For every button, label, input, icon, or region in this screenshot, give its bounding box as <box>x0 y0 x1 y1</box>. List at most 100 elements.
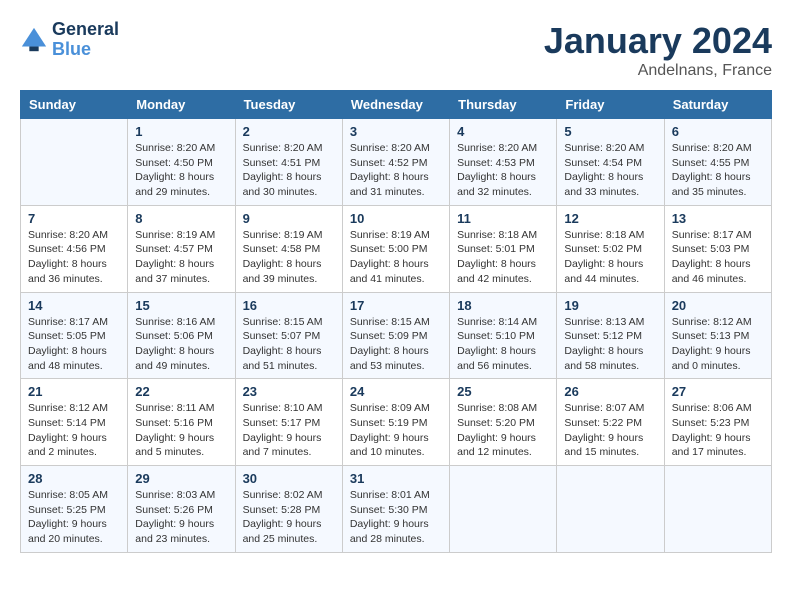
day-number: 2 <box>243 124 335 139</box>
day-number: 28 <box>28 471 120 486</box>
day-info: Sunrise: 8:01 AMSunset: 5:30 PMDaylight:… <box>350 488 442 547</box>
calendar-cell: 16 Sunrise: 8:15 AMSunset: 5:07 PMDayligh… <box>235 292 342 379</box>
calendar-week-row: 21 Sunrise: 8:12 AMSunset: 5:14 PMDayligh… <box>21 379 772 466</box>
day-number: 21 <box>28 384 120 399</box>
calendar-cell <box>21 119 128 206</box>
day-info: Sunrise: 8:12 AMSunset: 5:13 PMDaylight:… <box>672 315 764 374</box>
day-number: 29 <box>135 471 227 486</box>
day-number: 15 <box>135 298 227 313</box>
calendar-cell: 28 Sunrise: 8:05 AMSunset: 5:25 PMDayligh… <box>21 466 128 553</box>
column-header-wednesday: Wednesday <box>342 91 449 119</box>
day-info: Sunrise: 8:10 AMSunset: 5:17 PMDaylight:… <box>243 401 335 460</box>
day-info: Sunrise: 8:19 AMSunset: 4:58 PMDaylight:… <box>243 228 335 287</box>
calendar-cell <box>557 466 664 553</box>
day-info: Sunrise: 8:12 AMSunset: 5:14 PMDaylight:… <box>28 401 120 460</box>
day-number: 9 <box>243 211 335 226</box>
column-header-monday: Monday <box>128 91 235 119</box>
day-info: Sunrise: 8:14 AMSunset: 5:10 PMDaylight:… <box>457 315 549 374</box>
calendar-cell: 13Sunrise: 8:17 AMSunset: 5:03 PMDayligh… <box>664 205 771 292</box>
day-info: Sunrise: 8:06 AMSunset: 5:23 PMDaylight:… <box>672 401 764 460</box>
calendar-cell: 12 Sunrise: 8:18 AMSunset: 5:02 PMDayligh… <box>557 205 664 292</box>
calendar-cell: 21 Sunrise: 8:12 AMSunset: 5:14 PMDayligh… <box>21 379 128 466</box>
calendar-week-row: 28 Sunrise: 8:05 AMSunset: 5:25 PMDayligh… <box>21 466 772 553</box>
calendar-week-row: 7 Sunrise: 8:20 AMSunset: 4:56 PMDaylight… <box>21 205 772 292</box>
logo-line1: General <box>52 20 119 40</box>
calendar-cell: 15 Sunrise: 8:16 AMSunset: 5:06 PMDayligh… <box>128 292 235 379</box>
day-number: 4 <box>457 124 549 139</box>
day-number: 12 <box>564 211 656 226</box>
day-info: Sunrise: 8:17 AMSunset: 5:03 PMDaylight:… <box>672 228 764 287</box>
calendar-cell: 25Sunrise: 8:08 AMSunset: 5:20 PMDayligh… <box>450 379 557 466</box>
calendar-cell: 24 Sunrise: 8:09 AMSunset: 5:19 PMDayligh… <box>342 379 449 466</box>
calendar-cell: 19 Sunrise: 8:13 AMSunset: 5:12 PMDayligh… <box>557 292 664 379</box>
day-info: Sunrise: 8:15 AMSunset: 5:07 PMDaylight:… <box>243 315 335 374</box>
day-info: Sunrise: 8:20 AMSunset: 4:56 PMDaylight:… <box>28 228 120 287</box>
day-number: 26 <box>564 384 656 399</box>
location-title: Andelnans, France <box>544 62 772 80</box>
calendar-cell: 3Sunrise: 8:20 AMSunset: 4:52 PMDaylight… <box>342 119 449 206</box>
calendar-cell: 23 Sunrise: 8:10 AMSunset: 5:17 PMDayligh… <box>235 379 342 466</box>
day-number: 17 <box>350 298 442 313</box>
calendar-cell <box>450 466 557 553</box>
day-info: Sunrise: 8:20 AMSunset: 4:53 PMDaylight:… <box>457 141 549 200</box>
day-number: 10 <box>350 211 442 226</box>
logo-text: General Blue <box>52 20 119 60</box>
logo-icon <box>20 26 48 54</box>
day-info: Sunrise: 8:13 AMSunset: 5:12 PMDaylight:… <box>564 315 656 374</box>
day-number: 3 <box>350 124 442 139</box>
day-number: 19 <box>564 298 656 313</box>
column-header-friday: Friday <box>557 91 664 119</box>
day-number: 16 <box>243 298 335 313</box>
calendar-cell: 8 Sunrise: 8:19 AMSunset: 4:57 PMDaylight… <box>128 205 235 292</box>
day-number: 8 <box>135 211 227 226</box>
logo-line2: Blue <box>52 40 119 60</box>
calendar-cell: 31 Sunrise: 8:01 AMSunset: 5:30 PMDayligh… <box>342 466 449 553</box>
calendar-cell: 10 Sunrise: 8:19 AMSunset: 5:00 PMDayligh… <box>342 205 449 292</box>
day-info: Sunrise: 8:11 AMSunset: 5:16 PMDaylight:… <box>135 401 227 460</box>
day-number: 6 <box>672 124 764 139</box>
day-info: Sunrise: 8:18 AMSunset: 5:01 PMDaylight:… <box>457 228 549 287</box>
calendar-cell: 14Sunrise: 8:17 AMSunset: 5:05 PMDayligh… <box>21 292 128 379</box>
day-info: Sunrise: 8:09 AMSunset: 5:19 PMDaylight:… <box>350 401 442 460</box>
calendar-cell: 5Sunrise: 8:20 AMSunset: 4:54 PMDaylight… <box>557 119 664 206</box>
day-number: 30 <box>243 471 335 486</box>
day-info: Sunrise: 8:18 AMSunset: 5:02 PMDaylight:… <box>564 228 656 287</box>
day-info: Sunrise: 8:16 AMSunset: 5:06 PMDaylight:… <box>135 315 227 374</box>
day-number: 25 <box>457 384 549 399</box>
month-title: January 2024 <box>544 20 772 62</box>
day-info: Sunrise: 8:19 AMSunset: 4:57 PMDaylight:… <box>135 228 227 287</box>
calendar-cell: 27 Sunrise: 8:06 AMSunset: 5:23 PMDayligh… <box>664 379 771 466</box>
calendar-cell <box>664 466 771 553</box>
day-number: 11 <box>457 211 549 226</box>
logo: General Blue <box>20 20 119 60</box>
calendar-cell: 18 Sunrise: 8:14 AMSunset: 5:10 PMDayligh… <box>450 292 557 379</box>
column-header-saturday: Saturday <box>664 91 771 119</box>
day-number: 20 <box>672 298 764 313</box>
title-block: January 2024 Andelnans, France <box>544 20 772 80</box>
day-info: Sunrise: 8:02 AMSunset: 5:28 PMDaylight:… <box>243 488 335 547</box>
day-info: Sunrise: 8:19 AMSunset: 5:00 PMDaylight:… <box>350 228 442 287</box>
day-info: Sunrise: 8:03 AMSunset: 5:26 PMDaylight:… <box>135 488 227 547</box>
calendar-cell: 20 Sunrise: 8:12 AMSunset: 5:13 PMDayligh… <box>664 292 771 379</box>
calendar-header-row: SundayMondayTuesdayWednesdayThursdayFrid… <box>21 91 772 119</box>
calendar-week-row: 14Sunrise: 8:17 AMSunset: 5:05 PMDayligh… <box>21 292 772 379</box>
column-header-tuesday: Tuesday <box>235 91 342 119</box>
day-number: 23 <box>243 384 335 399</box>
calendar-cell: 17 Sunrise: 8:15 AMSunset: 5:09 PMDayligh… <box>342 292 449 379</box>
day-info: Sunrise: 8:15 AMSunset: 5:09 PMDaylight:… <box>350 315 442 374</box>
calendar-table: SundayMondayTuesdayWednesdayThursdayFrid… <box>20 90 772 553</box>
day-number: 7 <box>28 211 120 226</box>
column-header-thursday: Thursday <box>450 91 557 119</box>
day-info: Sunrise: 8:20 AMSunset: 4:55 PMDaylight:… <box>672 141 764 200</box>
day-number: 31 <box>350 471 442 486</box>
calendar-cell: 22Sunrise: 8:11 AMSunset: 5:16 PMDayligh… <box>128 379 235 466</box>
calendar-cell: 1Sunrise: 8:20 AMSunset: 4:50 PMDaylight… <box>128 119 235 206</box>
calendar-cell: 30 Sunrise: 8:02 AMSunset: 5:28 PMDayligh… <box>235 466 342 553</box>
day-number: 18 <box>457 298 549 313</box>
day-info: Sunrise: 8:05 AMSunset: 5:25 PMDaylight:… <box>28 488 120 547</box>
day-number: 5 <box>564 124 656 139</box>
day-number: 27 <box>672 384 764 399</box>
day-number: 14 <box>28 298 120 313</box>
calendar-cell: 29 Sunrise: 8:03 AMSunset: 5:26 PMDayligh… <box>128 466 235 553</box>
day-number: 24 <box>350 384 442 399</box>
